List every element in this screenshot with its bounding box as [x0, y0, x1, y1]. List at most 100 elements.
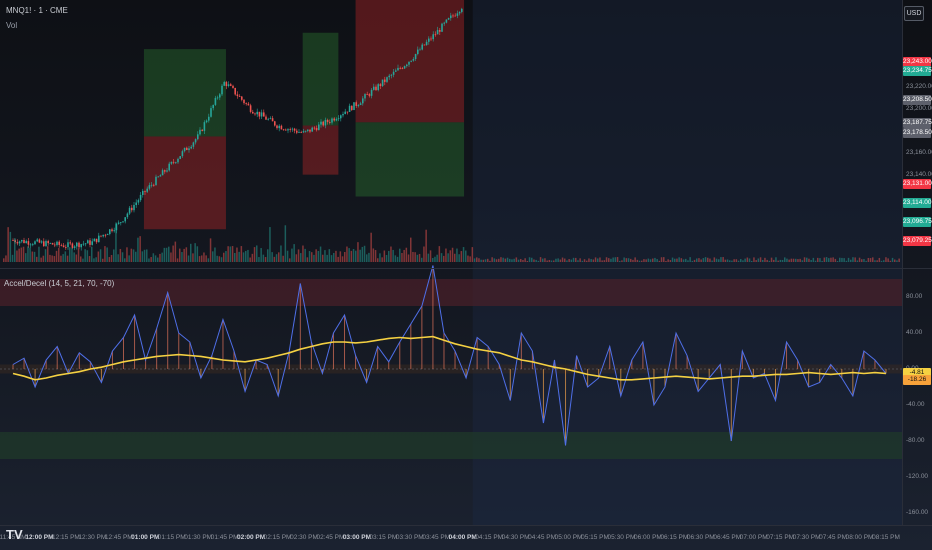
volume-bar	[570, 259, 573, 262]
volume-bar	[427, 253, 430, 262]
time-axis-label: 04:30 PM	[501, 534, 530, 541]
volume-bar	[550, 260, 553, 262]
candle-body	[54, 244, 56, 246]
volume-bar	[667, 259, 669, 262]
volume-bar	[295, 254, 298, 262]
candle-body	[256, 111, 258, 115]
candle-body	[38, 239, 41, 243]
candle-body	[300, 131, 302, 133]
time-axis-label: 02:15 PM	[263, 534, 292, 541]
volume-bar	[379, 253, 381, 262]
time-axis-label: 07:00 PM	[739, 534, 768, 541]
volume-bar	[104, 246, 106, 262]
candle-body	[87, 240, 89, 244]
volume-bar	[289, 258, 291, 262]
volume-bar	[58, 248, 60, 262]
indicator-axis-label: -160.00	[906, 509, 929, 516]
candle-body	[399, 67, 401, 69]
volume-bar	[858, 257, 861, 262]
candle-body	[359, 103, 362, 105]
candle-body	[166, 170, 168, 172]
volume-bar	[887, 258, 889, 262]
volume-bar	[495, 259, 498, 262]
candle-body	[287, 129, 289, 131]
candle-body	[373, 86, 375, 90]
candle-body	[408, 61, 410, 65]
volume-bar	[227, 246, 229, 262]
price-tag[interactable]: 23,079.25	[903, 235, 932, 246]
candle-body	[203, 122, 206, 131]
price-axis-label: 23,140.00	[906, 170, 932, 178]
candle-body	[445, 19, 448, 23]
candle-body	[216, 97, 219, 99]
price-tag[interactable]: 23,114.00	[903, 198, 931, 209]
volume-bar	[267, 249, 269, 262]
candle-body	[113, 230, 115, 232]
time-axis-label: 06:45 PM	[713, 534, 742, 541]
volume-bar	[91, 246, 93, 262]
price-tag[interactable]: 23,234.75	[903, 66, 932, 77]
candle-body	[245, 103, 247, 104]
price-tag[interactable]: 23,208.50	[903, 94, 932, 105]
volume-bar	[36, 256, 38, 262]
candle-body	[170, 161, 173, 164]
volume-bar	[460, 251, 463, 262]
volume-bar	[638, 260, 641, 262]
tradingview-logo-icon[interactable]: TV	[6, 526, 28, 544]
volume-bar	[744, 258, 746, 262]
volume-bar	[80, 256, 82, 262]
volume-bar	[718, 259, 720, 262]
volume-bar	[414, 252, 416, 262]
volume-bar	[819, 258, 821, 262]
position-stop-zone	[302, 125, 339, 175]
volume-bar	[715, 258, 718, 262]
volume-bar	[317, 250, 320, 262]
candle-body	[18, 241, 21, 244]
volume-bar	[172, 245, 174, 262]
volume-bar	[456, 248, 458, 262]
indicator-value-tag[interactable]: -18.26	[903, 375, 931, 386]
volume-bar	[53, 256, 56, 262]
volume-legend[interactable]: Vol	[6, 21, 17, 30]
candle-body	[443, 22, 445, 24]
volume-bar	[867, 257, 870, 262]
price-tag[interactable]: 23,178.50	[903, 127, 932, 138]
candle-body	[49, 243, 52, 244]
candle-body	[62, 245, 65, 248]
volume-bar	[157, 257, 159, 262]
price-tag[interactable]: 23,096.75	[903, 216, 932, 227]
candle-body	[267, 118, 269, 120]
candle-body	[188, 148, 190, 151]
volume-bar	[31, 251, 34, 262]
chart-canvas[interactable]	[0, 0, 932, 550]
volume-bar	[40, 257, 42, 262]
candle-body	[36, 239, 38, 242]
volume-bar	[29, 247, 31, 262]
candle-body	[276, 125, 278, 129]
volume-bar	[209, 238, 212, 262]
candle-body	[271, 118, 274, 122]
candle-body	[232, 85, 234, 88]
volume-bar	[557, 258, 559, 262]
time-axis-label: 01:30 PM	[184, 534, 213, 541]
volume-bar	[775, 257, 777, 262]
volume-bar	[357, 242, 359, 262]
volume-bar	[603, 260, 606, 262]
price-tag[interactable]: 23,187.75	[903, 117, 932, 128]
symbol-title[interactable]: MNQ1! · 1 · CME	[6, 6, 68, 15]
volume-bar	[693, 259, 696, 262]
volume-bar	[84, 249, 86, 262]
volume-bar	[234, 252, 236, 262]
candle-body	[280, 125, 283, 130]
volume-bar	[546, 260, 548, 262]
candle-body	[124, 217, 126, 222]
volume-bar	[579, 258, 581, 262]
candle-body	[348, 105, 351, 112]
pane-divider[interactable]	[0, 268, 932, 269]
currency-button[interactable]: USD	[904, 6, 924, 21]
candle-body	[93, 238, 96, 242]
volume-bar	[218, 256, 221, 262]
indicator-legend[interactable]: Accel/Decel (14, 5, 21, 70, -70)	[4, 279, 114, 288]
candle-body	[302, 131, 305, 133]
price-tag[interactable]: 23,131.00	[903, 179, 932, 190]
